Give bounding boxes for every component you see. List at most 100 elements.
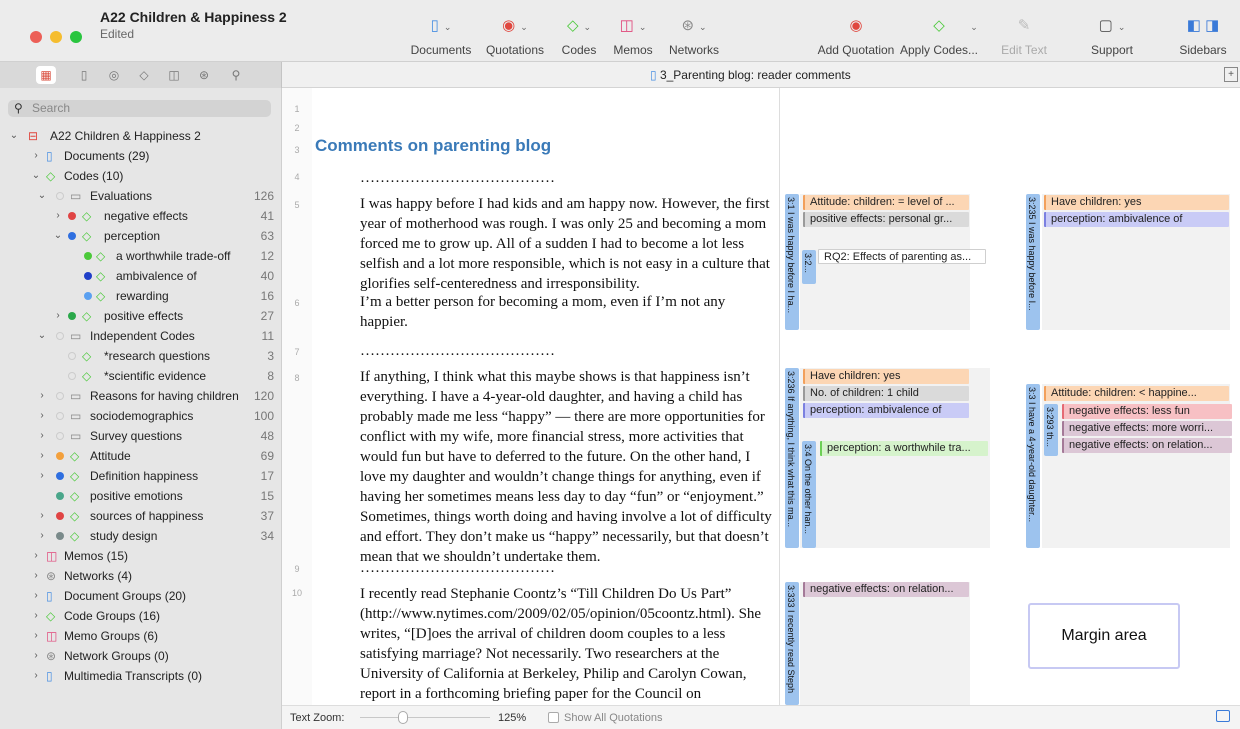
code-tag[interactable]: negative effects: on relation... — [803, 582, 969, 597]
code-browser-icon[interactable]: ◇ — [134, 66, 154, 84]
code-icon: ◇ — [96, 289, 106, 303]
app-window: A22 Children & Happiness 2 Edited ▯ ⌄ Doc… — [0, 0, 1240, 729]
tree-item-multimedia-transcripts[interactable]: › ▯ Multimedia Transcripts (0) — [0, 666, 282, 686]
document-editor[interactable]: 1 2 3 4 5 6 7 8 9 10 Comments on parenti… — [282, 88, 780, 722]
code-tag[interactable]: Have children: yes — [1044, 195, 1229, 210]
search-input[interactable]: ⚲ Search — [8, 100, 271, 117]
quotation-bar[interactable]: 3:236 If anything, I think what this ma.… — [785, 368, 799, 548]
quotation-bar[interactable]: 3:293 th... — [1044, 404, 1058, 456]
search-browser-icon[interactable]: ⚲ — [226, 66, 246, 84]
tree-item-attitude[interactable]: › ◇ Attitude 69 — [0, 446, 282, 466]
tree-item-documents[interactable]: › ▯ Documents (29) — [0, 146, 282, 166]
codes-button[interactable]: ◇ ⌄ Codes — [558, 16, 600, 57]
tree-item-positive-emotions[interactable]: ◇ positive emotions 15 — [0, 486, 282, 506]
zoom-window-button[interactable] — [70, 31, 82, 43]
tree-item-project[interactable]: ⌄ ⊟ A22 Children & Happiness 2 — [0, 126, 282, 146]
code-tag[interactable]: No. of children: 1 child — [803, 386, 969, 401]
tree-item-networks[interactable]: › ⊛ Networks (4) — [0, 566, 282, 586]
tree-item-sociodemographics[interactable]: › ▭ sociodemographics 100 — [0, 406, 282, 426]
code-icon: ◇ — [82, 349, 92, 363]
support-button[interactable]: ▢ ⌄ Support — [1086, 16, 1138, 57]
project-explorer-icon[interactable]: ▦ — [36, 66, 56, 84]
code-tag[interactable]: positive effects: personal gr... — [803, 212, 969, 227]
add-quotation-button[interactable]: ◉ Add Quotation — [816, 16, 896, 57]
code-icon: ◇ — [96, 249, 106, 263]
tree-item-perception[interactable]: ⌄ ◇ perception 63 — [0, 226, 282, 246]
show-all-quotations-label: Show All Quotations — [564, 712, 663, 724]
document-group-icon: ▯ — [46, 589, 53, 603]
network-browser-icon[interactable]: ⊛ — [194, 66, 214, 84]
quotation-icon: ◉ ⌄ — [502, 17, 528, 34]
quotation-bar[interactable]: 3:2... — [802, 250, 816, 284]
code-icon: ◇ — [82, 309, 92, 323]
sidebars-button[interactable]: ◧ ◨ Sidebars — [1176, 16, 1230, 57]
tree-item-memos[interactable]: › ◫ Memos (15) — [0, 546, 282, 566]
show-all-quotations-checkbox[interactable] — [548, 712, 559, 723]
edit-text-icon: ✎ — [1017, 17, 1031, 34]
tree-item-reasons-for-having-children[interactable]: › ▭ Reasons for having children 120 — [0, 386, 282, 406]
quotations-button[interactable]: ◉ ⌄ Quotations — [484, 16, 546, 57]
paragraph-2: I’m a better person for becoming a mom, … — [360, 294, 726, 330]
tree-item-negative-effects[interactable]: › ◇ negative effects 41 — [0, 206, 282, 226]
memos-button[interactable]: ◫ ⌄ Memos — [610, 16, 656, 57]
tree-item-ambivalence-of[interactable]: ◇ ambivalence of 40 — [0, 266, 282, 286]
tree-item-scientific-evidence[interactable]: ◇ *scientific evidence 8 — [0, 366, 282, 386]
tree-item-study-design[interactable]: › ◇ study design 34 — [0, 526, 282, 546]
text-zoom-slider-thumb[interactable] — [398, 711, 408, 724]
code-tag[interactable]: Attitude: children: < happine... — [1044, 386, 1229, 401]
tree-item-research-questions[interactable]: ◇ *research questions 3 — [0, 346, 282, 366]
code-tag[interactable]: perception: a worthwhile tra... — [820, 441, 988, 456]
margin-area[interactable]: 3:1 I was happy before I ha... 3:2... 3:… — [780, 88, 1240, 705]
folder-icon: ▭ — [70, 429, 82, 443]
code-tag[interactable]: perception: ambivalence of — [1044, 212, 1229, 227]
code-tag[interactable]: Attitude: children: = level of ... — [803, 195, 969, 210]
apply-codes-menu-chevron-icon[interactable]: ⌄ — [966, 22, 982, 33]
tree-item-worthwhile-trade-off[interactable]: ◇ a worthwhile trade-off 12 — [0, 246, 282, 266]
margin-toggle-icon[interactable] — [1216, 710, 1230, 722]
tree-item-codes[interactable]: ⌄ ◇ Codes (10) — [0, 166, 282, 186]
code-icon: ◇ — [82, 209, 92, 223]
quotation-bar[interactable]: 3:4 On the other han... — [802, 441, 816, 548]
quotation-bar[interactable]: 3:235 I was happy before I... — [1026, 194, 1040, 330]
quotation-bar[interactable]: 3:1 I was happy before I ha... — [785, 194, 799, 330]
margin-area-label: Margin area — [1028, 603, 1180, 669]
code-tag[interactable]: Have children: yes — [803, 369, 969, 384]
tree-item-code-groups[interactable]: › ◇ Code Groups (16) — [0, 606, 282, 626]
tree-item-positive-effects[interactable]: › ◇ positive effects 27 — [0, 306, 282, 326]
paragraph-4: I recently read Stephanie Coontz’s “Till… — [360, 586, 762, 722]
tree-item-memo-groups[interactable]: › ◫ Memo Groups (6) — [0, 626, 282, 646]
memo-browser-icon[interactable]: ◫ — [164, 66, 184, 84]
tree-item-document-groups[interactable]: › ▯ Document Groups (20) — [0, 586, 282, 606]
memo-tag[interactable]: RQ2: Effects of parenting as... — [818, 249, 986, 264]
tree-item-definition-happiness[interactable]: › ◇ Definition happiness 17 — [0, 466, 282, 486]
tree-item-rewarding[interactable]: ◇ rewarding 16 — [0, 286, 282, 306]
paragraph-3: If anything, I think what this maybe sho… — [360, 369, 772, 565]
document-tab[interactable]: ▯ 3_Parenting blog: reader comments — [650, 68, 851, 82]
tree-item-evaluations[interactable]: ⌄ ▭ Evaluations 126 — [0, 186, 282, 206]
networks-button[interactable]: ⊛ ⌄ Networks — [666, 16, 722, 57]
quotation-bar[interactable]: 3:333 I recently read Steph — [785, 582, 799, 705]
close-window-button[interactable] — [30, 31, 42, 43]
code-tag[interactable]: negative effects: less fun — [1062, 404, 1232, 419]
code-tag[interactable]: negative effects: on relation... — [1062, 438, 1232, 453]
line-number-gutter: 1 2 3 4 5 6 7 8 9 10 — [282, 88, 312, 705]
split-view-icon[interactable]: + — [1224, 67, 1238, 82]
paragraph-1: I was happy before I had kids and am hap… — [360, 196, 770, 292]
quotation-browser-icon[interactable]: ◎ — [104, 66, 124, 84]
tree-item-network-groups[interactable]: › ⊛ Network Groups (0) — [0, 646, 282, 666]
code-icon: ◇ — [70, 449, 80, 463]
tree-item-sources-of-happiness[interactable]: › ◇ sources of happiness 37 — [0, 506, 282, 526]
folder-icon: ▭ — [70, 329, 82, 343]
tree-item-survey-questions[interactable]: › ▭ Survey questions 48 — [0, 426, 282, 446]
code-tag[interactable]: perception: ambivalence of — [803, 403, 969, 418]
quotation-bar[interactable]: 3:3 I have a 4-year-old daughter... — [1026, 384, 1040, 548]
minimize-window-button[interactable] — [50, 31, 62, 43]
code-tag[interactable]: negative effects: more worri... — [1062, 421, 1232, 436]
tree-item-independent-codes[interactable]: ⌄ ▭ Independent Codes 11 — [0, 326, 282, 346]
edit-text-button[interactable]: ✎ Edit Text — [998, 16, 1050, 57]
document-browser-icon[interactable]: ▯ — [74, 66, 94, 84]
text-zoom-slider[interactable] — [360, 717, 490, 718]
document-tab-icon: ▯ — [650, 68, 657, 82]
documents-button[interactable]: ▯ ⌄ Documents — [410, 16, 472, 57]
transcript-icon: ▯ — [46, 669, 53, 683]
